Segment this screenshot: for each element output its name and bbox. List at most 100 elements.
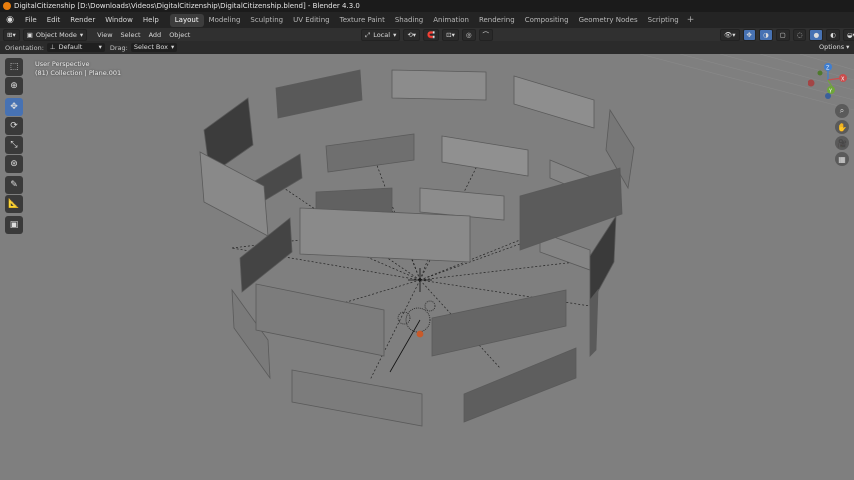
viewport-header: ⊞▾ ▣ Object Mode ▾ View Select Add Objec…: [0, 28, 854, 41]
mode-label: Object Mode: [35, 30, 77, 39]
orientation-icon: ⤢: [365, 31, 371, 39]
rendered-sphere-icon: ◒▾: [846, 31, 854, 39]
transform-orientation-label: Local: [373, 31, 391, 39]
wireframe-shading-button[interactable]: ◌: [792, 29, 807, 41]
hand-icon[interactable]: ✋: [835, 120, 849, 134]
rendered-shading-button[interactable]: ◒▾: [842, 29, 854, 41]
cursor-icon[interactable]: ⊕: [5, 77, 23, 95]
neg-y-axis-icon[interactable]: [817, 70, 823, 76]
eye-icon: 👁▾: [724, 31, 736, 39]
scale-icon[interactable]: ⤡: [5, 136, 23, 154]
rotate-icon[interactable]: ⟳: [5, 117, 23, 135]
editor-type-button[interactable]: ⊞▾: [3, 28, 20, 41]
proportional-editing-icon: ◎: [465, 31, 472, 39]
select-box-icon[interactable]: ⬚: [5, 58, 23, 76]
visibility-button[interactable]: 👁▾: [720, 29, 740, 41]
drag-value: Select Box: [133, 43, 169, 51]
add-cube-icon[interactable]: ▣: [5, 216, 23, 234]
object-mode-icon: ▣: [26, 30, 33, 39]
chevron-down-icon: ▾: [79, 30, 84, 39]
title-bar: DigitalCitizenship [D:\Downloads\Videos\…: [0, 0, 854, 12]
tab-uv-editing[interactable]: UV Editing: [288, 14, 335, 27]
zoom-icon[interactable]: ⌕: [835, 104, 849, 118]
editor-type-icon: ⊞▾: [7, 30, 16, 39]
menu-add[interactable]: Add: [145, 31, 166, 39]
tab-compositing[interactable]: Compositing: [520, 14, 574, 27]
solid-shading-button[interactable]: ●: [809, 29, 824, 41]
options-label: Options: [819, 43, 845, 51]
orientation-label: Orientation:: [5, 43, 44, 52]
drag-label: Drag:: [109, 43, 128, 52]
xray-icon: ▢: [779, 31, 786, 39]
x-axis-label: X: [841, 77, 845, 83]
proportional-falloff-button[interactable]: ⌒: [478, 29, 494, 41]
tab-rendering[interactable]: Rendering: [474, 14, 520, 27]
3d-viewport[interactable]: User Perspective (81) Collection | Plane…: [0, 54, 854, 480]
front-panels: [199, 151, 623, 427]
chevron-down-icon: ▾: [846, 43, 850, 51]
window-title: DigitalCitizenship [D:\Downloads\Videos\…: [14, 2, 360, 10]
wireframe-sphere-icon: ◌: [796, 31, 803, 39]
tab-sculpting[interactable]: Sculpting: [245, 14, 288, 27]
scene-canvas[interactable]: [0, 54, 854, 480]
camera-view-icon[interactable]: 🎥: [835, 136, 849, 150]
transform-orientation-dropdown[interactable]: ⤢ Local ▾: [361, 29, 401, 41]
scene-origin[interactable]: [389, 268, 436, 373]
gizmo-icon: ✥: [746, 31, 752, 39]
menu-view[interactable]: View: [93, 31, 116, 39]
tab-texture-paint[interactable]: Texture Paint: [335, 14, 390, 27]
solid-sphere-icon: ●: [813, 31, 820, 39]
snap-target-icon: ⊡▾: [446, 31, 455, 39]
tab-modeling[interactable]: Modeling: [204, 14, 246, 27]
chevron-down-icon: ▾: [171, 43, 175, 51]
orientation-dropdown[interactable]: ⊥ Default ▾: [46, 43, 105, 52]
tab-scripting[interactable]: Scripting: [643, 14, 684, 27]
mode-dropdown[interactable]: ▣ Object Mode ▾: [22, 28, 88, 41]
move-icon[interactable]: ✥: [5, 98, 23, 116]
annotate-icon[interactable]: ✎: [5, 176, 23, 194]
menu-help[interactable]: Help: [138, 12, 164, 28]
tab-layout[interactable]: Layout: [169, 13, 204, 27]
orientation-axes-icon: ⊥: [49, 43, 56, 51]
menu-edit[interactable]: Edit: [42, 12, 66, 28]
snap-target-button[interactable]: ⊡▾: [442, 29, 459, 41]
orientation-value: Default: [58, 43, 83, 51]
proportional-editing-button[interactable]: ◎: [461, 29, 476, 41]
tab-geometry-nodes[interactable]: Geometry Nodes: [574, 14, 643, 27]
gizmo-toggle-button[interactable]: ✥: [742, 29, 756, 41]
chevron-down-icon: ▾: [393, 31, 397, 39]
overlay-icon: ◑: [762, 31, 769, 39]
z-axis-label: Z: [826, 66, 830, 72]
tab-animation[interactable]: Animation: [428, 14, 474, 27]
options-dropdown[interactable]: Options ▾: [816, 42, 853, 52]
material-shading-button[interactable]: ◐: [826, 29, 840, 41]
drag-dropdown[interactable]: Select Box ▾: [130, 43, 178, 52]
falloff-icon: ⌒: [482, 31, 490, 39]
snap-icon: 🧲: [427, 31, 436, 39]
view-name: User Perspective: [35, 60, 90, 68]
left-toolbar: ⬚ ⊕ ✥ ⟳ ⤡ ⊛ ✎ 📐 ▣: [5, 58, 25, 235]
add-workspace-icon[interactable]: +: [687, 15, 695, 25]
collection-info: (81) Collection | Plane.001: [35, 69, 122, 77]
menu-window[interactable]: Window: [100, 12, 138, 28]
menu-object[interactable]: Object: [165, 31, 194, 39]
blender-logo-icon[interactable]: ◉: [5, 15, 15, 25]
tab-shading[interactable]: Shading: [390, 14, 428, 27]
pivot-icon: ⟲▾: [407, 31, 417, 39]
snap-button[interactable]: 🧲: [423, 29, 440, 41]
menu-render[interactable]: Render: [65, 12, 100, 28]
measure-icon[interactable]: 📐: [5, 195, 23, 213]
menu-select[interactable]: Select: [117, 31, 145, 39]
pivot-point-button[interactable]: ⟲▾: [403, 29, 421, 41]
navigation-gizmo[interactable]: Z X Y: [808, 60, 852, 104]
grid-view-icon[interactable]: ▦: [835, 152, 849, 166]
overlay-toggle-button[interactable]: ◑: [758, 29, 773, 41]
chevron-down-icon: ▾: [98, 43, 102, 51]
top-menu-bar: ◉ File Edit Render Window Help Layout Mo…: [0, 12, 854, 28]
transform-icon[interactable]: ⊛: [5, 155, 23, 173]
xray-toggle-button[interactable]: ▢: [775, 29, 790, 41]
blender-app-icon: [3, 2, 11, 10]
neg-x-axis-icon[interactable]: [808, 79, 815, 87]
menu-file[interactable]: File: [20, 12, 42, 28]
material-sphere-icon: ◐: [830, 31, 836, 39]
